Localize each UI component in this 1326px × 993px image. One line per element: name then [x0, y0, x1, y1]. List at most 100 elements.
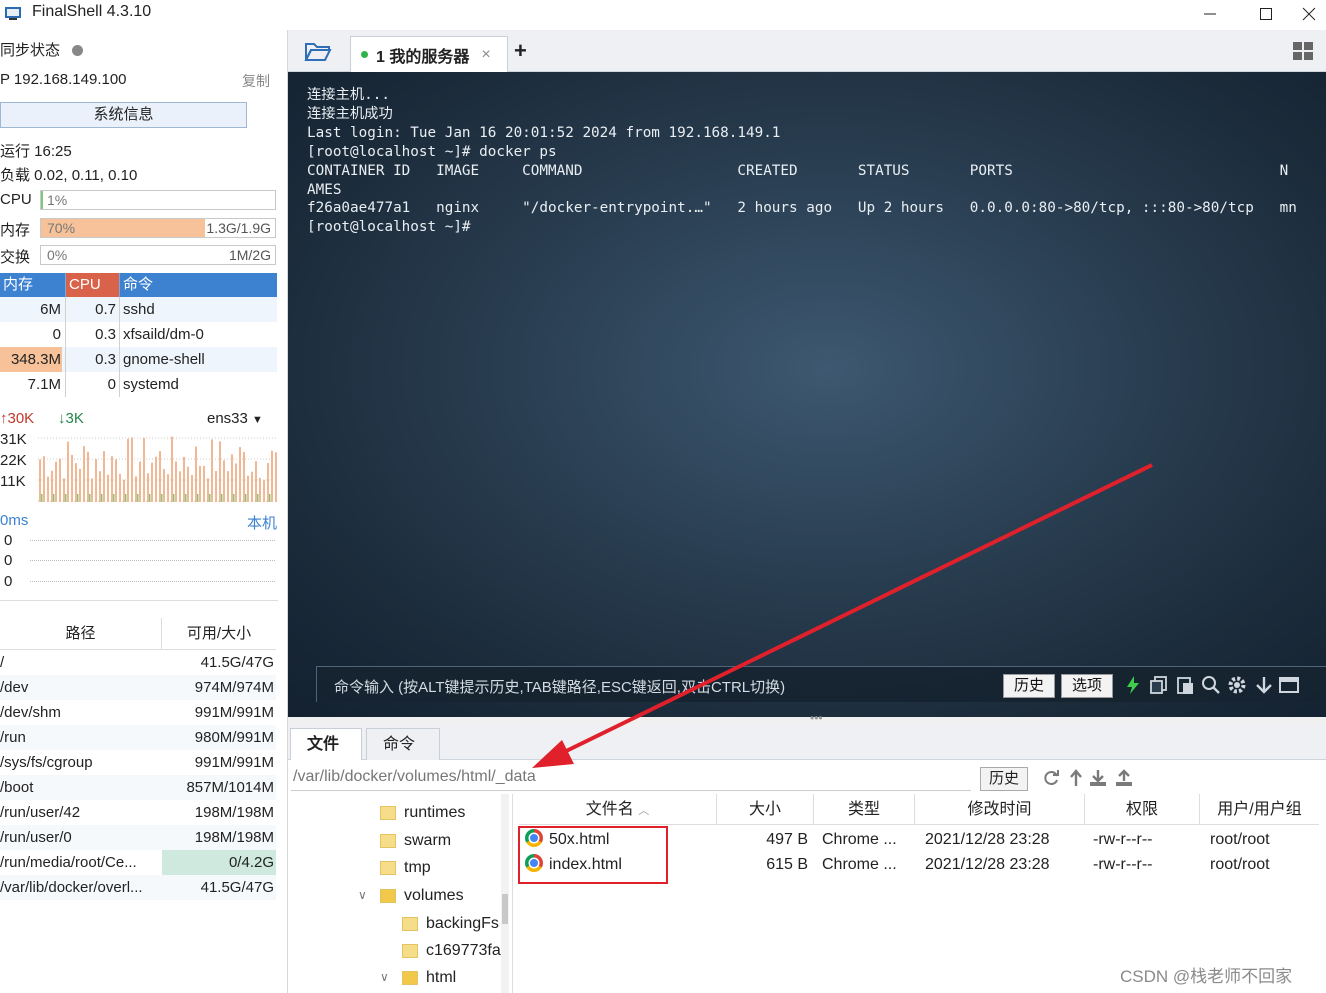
disk-size: 974M/974M	[194, 679, 274, 696]
net-scale-mid: 22K	[0, 452, 27, 469]
panel-splitter[interactable]: •••	[288, 711, 1326, 726]
gear-icon[interactable]	[1227, 675, 1247, 695]
disk-row[interactable]: / 41.5G/47G	[0, 650, 276, 675]
parent-dir-icon[interactable]	[1066, 768, 1086, 788]
disk-size: 0/4.2G	[162, 850, 276, 875]
tree-expand-chevron-icon[interactable]: ∨	[358, 888, 367, 902]
grid-layout-icon[interactable]	[1293, 42, 1313, 60]
net-download-bar	[161, 494, 163, 502]
folder-open-icon[interactable]	[304, 40, 332, 62]
title-bar: FinalShell 4.3.10	[0, 0, 1326, 30]
net-upload-bar	[71, 454, 73, 502]
copy-ip-link[interactable]: 复制	[242, 71, 270, 91]
path-history-button[interactable]: 历史	[980, 767, 1028, 791]
tab-files[interactable]: 文件	[290, 728, 362, 760]
tab-close-icon[interactable]: ×	[481, 46, 490, 64]
tree-folder-label: backingFs	[426, 915, 499, 932]
lightning-icon[interactable]	[1123, 675, 1143, 695]
col-type[interactable]: 类型	[814, 794, 915, 824]
disk-row[interactable]: /run/media/root/Ce... 0/4.2G	[0, 850, 276, 875]
add-tab-button[interactable]: +	[514, 38, 527, 64]
process-row[interactable]: 7.1M 0 systemd	[0, 372, 277, 397]
net-upload-bar	[267, 463, 269, 502]
file-mtime: 2021/12/28 23:28	[925, 856, 1050, 873]
net-upload-bar	[151, 462, 153, 502]
disk-row[interactable]: /run/user/0 198M/198M	[0, 825, 276, 850]
col-owner[interactable]: 用户/用户组	[1200, 794, 1319, 824]
file-permission: -rw-r--r--	[1093, 831, 1153, 848]
load-average: 负载 0.02, 0.11, 0.10	[0, 167, 138, 184]
path-input[interactable]: /var/lib/docker/volumes/html/_data	[293, 768, 536, 786]
tree-folder-tmp[interactable]: tmp	[380, 855, 431, 881]
disk-row[interactable]: /dev 974M/974M	[0, 675, 276, 700]
cpu-percent: 1%	[47, 192, 68, 208]
tree-folder-runtimes[interactable]: runtimes	[380, 800, 465, 826]
process-row[interactable]: 348.3M 0.3 gnome-shell	[0, 347, 277, 372]
search-icon[interactable]	[1201, 675, 1221, 695]
tree-folder-backingfs[interactable]: backingFs	[402, 911, 499, 937]
net-upload-bar	[123, 479, 125, 502]
file-size: 497 B	[766, 831, 808, 848]
maximize-button[interactable]	[1236, 0, 1296, 28]
disk-path: /var/lib/docker/overl...	[0, 879, 143, 896]
col-filename[interactable]: 文件名 ︿	[519, 794, 717, 824]
process-row[interactable]: 6M 0.7 sshd	[0, 297, 277, 322]
system-info-button[interactable]: 系统信息	[0, 102, 247, 128]
net-upload-bar	[67, 441, 69, 502]
net-upload-bar	[87, 451, 89, 502]
upload-icon[interactable]	[1114, 768, 1134, 788]
col-mtime[interactable]: 修改时间	[915, 794, 1085, 824]
net-upload-bar	[103, 451, 105, 502]
terminal[interactable]: 连接主机... 连接主机成功 Last login: Tue Jan 16 20…	[288, 72, 1326, 717]
close-button[interactable]	[1292, 0, 1326, 28]
tree-folder-swarm[interactable]: swarm	[380, 828, 451, 854]
tree-folder-html[interactable]: html	[402, 965, 456, 991]
col-cmd[interactable]: 命令	[120, 273, 277, 297]
col-cpu[interactable]: CPU	[66, 273, 120, 297]
disk-row[interactable]: /var/lib/docker/overl... 41.5G/47G	[0, 875, 276, 900]
ping-host[interactable]: 本机	[247, 512, 277, 533]
disk-row[interactable]: /run 980M/991M	[0, 725, 276, 750]
col-size[interactable]: 大小	[717, 794, 814, 824]
network-interface-select[interactable]: ens33 ▼	[207, 410, 263, 427]
command-input[interactable]: 命令输入 (按ALT键提示历史,TAB键路径,ESC键返回,双击CTRL切换)	[334, 676, 785, 697]
refresh-icon[interactable]	[1041, 768, 1061, 788]
command-input-bar[interactable]: 命令输入 (按ALT键提示历史,TAB键路径,ESC键返回,双击CTRL切换) …	[316, 666, 1326, 702]
net-upload-bar	[55, 461, 57, 502]
minimize-button[interactable]	[1180, 0, 1240, 28]
paste-icon[interactable]	[1175, 675, 1195, 695]
folder-icon	[402, 944, 418, 958]
history-button[interactable]: 历史	[1003, 674, 1055, 698]
col-path[interactable]: 路径	[0, 618, 162, 649]
copy-icon[interactable]	[1149, 675, 1169, 695]
net-upload-bar	[235, 463, 237, 502]
upload-rate: ↑30K	[0, 410, 34, 427]
tree-scrollbar-thumb[interactable]	[502, 894, 508, 924]
finalshell-logo-icon	[5, 7, 21, 20]
tree-folder-c169773fa[interactable]: c169773fa	[402, 938, 501, 964]
process-row[interactable]: 0 0.3 xfsaild/dm-0	[0, 322, 277, 347]
net-upload-bar	[63, 478, 65, 502]
net-upload-bar	[243, 451, 245, 502]
disk-path: /run/user/0	[0, 829, 72, 846]
net-upload-bar	[255, 461, 257, 502]
net-download-bar	[257, 494, 259, 502]
options-button[interactable]: 选项	[1061, 674, 1113, 698]
col-mem[interactable]: 内存	[0, 273, 66, 297]
disk-path: /sys/fs/cgroup	[0, 754, 93, 771]
ping-gridline	[30, 560, 275, 561]
disk-row[interactable]: /run/user/42 198M/198M	[0, 800, 276, 825]
window-toggle-icon[interactable]	[1279, 675, 1299, 695]
tree-folder-volumes[interactable]: volumes	[380, 883, 464, 909]
disk-row[interactable]: /dev/shm 991M/991M	[0, 700, 276, 725]
tab-my-server[interactable]: 1 我的服务器 ×	[350, 36, 508, 72]
arrow-down-icon[interactable]	[1254, 675, 1274, 695]
col-size[interactable]: 可用/大小	[162, 618, 276, 649]
net-download-bar	[65, 494, 67, 502]
download-icon[interactable]	[1088, 768, 1108, 788]
col-permission[interactable]: 权限	[1085, 794, 1200, 824]
disk-row[interactable]: /sys/fs/cgroup 991M/991M	[0, 750, 276, 775]
tree-expand-chevron-icon[interactable]: ∨	[380, 970, 389, 984]
disk-row[interactable]: /boot 857M/1014M	[0, 775, 276, 800]
tab-commands[interactable]: 命令	[366, 728, 440, 760]
